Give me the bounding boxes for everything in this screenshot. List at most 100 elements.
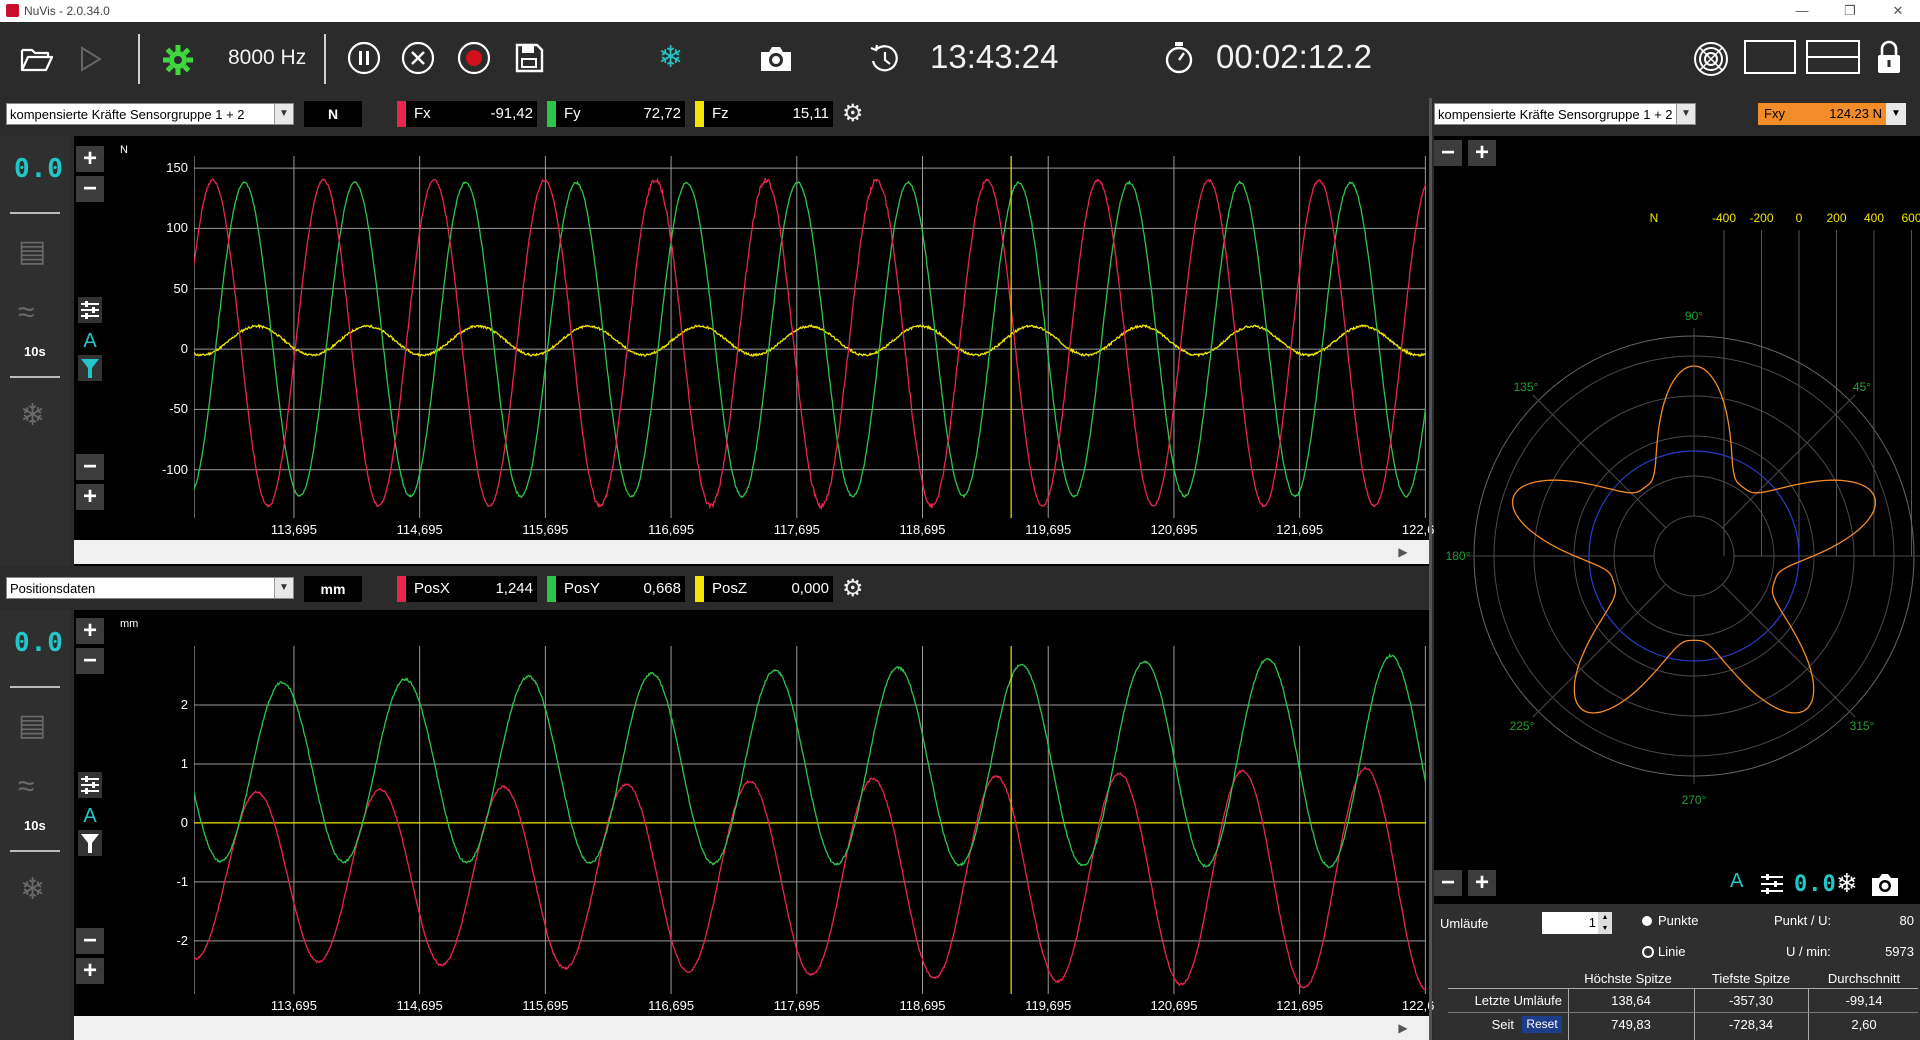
stepper-arrows-icon[interactable]: ▲ ▼ <box>1598 912 1612 934</box>
pan-up-button[interactable]: + <box>76 958 104 984</box>
time-window-icon[interactable]: ≈ <box>18 770 34 804</box>
channel-posy[interactable]: PosY 0,668 <box>547 576 685 602</box>
record-icon[interactable] <box>456 40 492 76</box>
polar-zoom-in-button[interactable]: + <box>1468 140 1496 166</box>
trigger-filter-icon[interactable] <box>78 830 102 856</box>
stop-icon[interactable] <box>400 40 436 76</box>
polar-plot-region: − + N -400 -200 0 200 400 600 90° 45° 135° 180° 225… <box>1434 136 1920 904</box>
channel-fx[interactable]: Fx -91,42 <box>397 101 537 127</box>
time-window-icon[interactable]: ≈ <box>18 296 34 330</box>
polar-channel-select[interactable]: Fxy 124.23 N ▼ <box>1758 103 1906 125</box>
polar-zoom-out-button[interactable]: − <box>1434 140 1462 166</box>
channel-fz[interactable]: Fz 15,11 <box>695 101 833 127</box>
chart-zoom-icon[interactable]: ▤ <box>18 708 46 743</box>
pan-down-button[interactable]: − <box>76 928 104 954</box>
target-mode-icon[interactable] <box>1692 40 1730 78</box>
freeze-snowflake-icon[interactable]: ❄ <box>658 40 683 75</box>
trigger-filter-icon[interactable] <box>78 355 102 381</box>
zoom-in-y-button[interactable]: + <box>76 146 104 172</box>
channel-posz[interactable]: PosZ 0,000 <box>695 576 833 602</box>
channel-value: 1,244 <box>495 580 533 597</box>
screenshot-camera-icon[interactable] <box>758 44 794 74</box>
autoscale-a-icon[interactable]: A <box>83 330 97 352</box>
position-chart[interactable] <box>194 646 1426 994</box>
chevron-down-icon[interactable]: ▼ <box>1676 104 1695 124</box>
pan-down-button[interactable]: − <box>76 454 104 480</box>
force-chart[interactable] <box>194 156 1426 518</box>
top-source-select[interactable]: kompensierte Kräfte Sensorgruppe 1 + 2 ▼ <box>6 103 294 125</box>
digital-display-toggle[interactable]: 0.0 <box>1794 872 1837 897</box>
split-view-layout-icon[interactable] <box>1806 40 1860 74</box>
window-title: NuVis - 2.0.34.0 <box>24 4 110 18</box>
filter-sliders-icon[interactable] <box>1758 870 1786 898</box>
polar-scale-label: 0 <box>1796 211 1803 225</box>
channel-fy[interactable]: Fy 72,72 <box>547 101 685 127</box>
open-folder-icon[interactable] <box>20 44 54 74</box>
zoom-out-y-button[interactable]: − <box>76 176 104 202</box>
bottom-source-select[interactable]: Positionsdaten ▼ <box>6 577 294 599</box>
scroll-right-icon[interactable]: ▶ <box>1392 540 1414 564</box>
umlaeufe-label: Umläufe <box>1440 916 1489 931</box>
freeze-snowflake-icon[interactable]: ❄ <box>20 872 45 907</box>
zoom-in-y-button[interactable]: + <box>76 618 104 644</box>
filter-sliders-icon[interactable] <box>78 297 102 323</box>
digital-display-toggle[interactable]: 0.0 <box>14 628 64 658</box>
umlaeufe-stepper[interactable]: 1 ▲ ▼ <box>1542 912 1612 934</box>
reset-button[interactable]: Reset <box>1522 1016 1562 1033</box>
polar-scale-label: 200 <box>1826 211 1846 225</box>
table-cell: 749,83 <box>1611 1017 1651 1032</box>
y-tick-label: -50 <box>169 401 188 417</box>
table-header: Tiefste Spitze <box>1711 971 1791 986</box>
history-clock-icon[interactable] <box>868 42 902 76</box>
save-icon[interactable] <box>514 42 544 74</box>
points-per-rev-value: 80 <box>1899 913 1914 928</box>
channel-value: 0,668 <box>643 580 681 597</box>
chevron-down-icon[interactable]: ▼ <box>274 104 293 124</box>
y-tick-label: 2 <box>180 696 188 712</box>
sampling-gear-icon[interactable] <box>162 44 194 76</box>
channel-name: Fx <box>414 105 431 122</box>
polar-scale-label: -200 <box>1749 211 1773 225</box>
line-label: Linie <box>1658 944 1686 959</box>
single-view-layout-icon[interactable] <box>1744 40 1796 74</box>
polar-angle-label: 315° <box>1850 719 1875 733</box>
polar-pan-up-button[interactable]: + <box>1468 870 1496 896</box>
chevron-down-icon[interactable]: ▼ <box>274 578 293 598</box>
line-radio[interactable] <box>1642 946 1654 958</box>
channel-posx[interactable]: PosX 1,244 <box>397 576 537 602</box>
close-window-button[interactable]: ✕ <box>1878 1 1918 21</box>
autoscale-a-icon[interactable]: A <box>1730 870 1743 893</box>
screenshot-camera-icon[interactable] <box>1870 872 1900 898</box>
chevron-down-icon[interactable]: ▼ <box>1886 103 1906 125</box>
freeze-snowflake-icon[interactable]: ❄ <box>1836 868 1858 899</box>
polar-chart[interactable]: N -400 -200 0 200 400 600 90° 45° 135° 180° 225° 270… <box>1434 170 1920 870</box>
bottom-plot-region: + − mm A − + 2 1 0 -1 -2 113,695 114,695 115,6… <box>74 610 1449 1040</box>
channel-name: PosX <box>414 580 450 597</box>
polar-source-select[interactable]: kompensierte Kräfte Sensorgruppe 1 + 2 ▼ <box>1434 103 1696 125</box>
top-channel-settings-gear-icon[interactable]: ⚙ <box>842 101 864 127</box>
bottom-horizontal-scrollbar[interactable]: ▶ <box>74 1016 1429 1040</box>
pan-up-button[interactable]: + <box>76 484 104 510</box>
row-label: Letzte Umläufe <box>1474 993 1562 1008</box>
minimize-button[interactable]: — <box>1782 1 1822 21</box>
freeze-snowflake-icon[interactable]: ❄ <box>20 398 45 433</box>
bottom-channel-settings-gear-icon[interactable]: ⚙ <box>842 576 864 602</box>
top-horizontal-scrollbar[interactable]: ▶ <box>74 540 1429 564</box>
restore-button[interactable]: ❐ <box>1830 1 1870 21</box>
filter-sliders-icon[interactable] <box>78 772 102 798</box>
polar-pan-down-button[interactable]: − <box>1434 870 1462 896</box>
x-tick-label: 120,695 <box>1150 522 1198 537</box>
x-tick-label: 118,695 <box>899 998 946 1013</box>
lock-icon[interactable] <box>1874 38 1904 76</box>
zoom-out-y-button[interactable]: − <box>76 648 104 674</box>
chart-zoom-icon[interactable]: ▤ <box>18 234 46 269</box>
x-tick-label: 117,695 <box>773 998 820 1013</box>
play-icon[interactable] <box>78 44 104 74</box>
panel-splitter[interactable] <box>1429 98 1432 1040</box>
y-tick-label: -2 <box>176 932 188 948</box>
points-radio[interactable] <box>1642 916 1652 926</box>
pause-icon[interactable] <box>346 40 382 76</box>
digital-display-toggle[interactable]: 0.0 <box>14 154 64 184</box>
autoscale-a-icon[interactable]: A <box>83 805 97 827</box>
scroll-right-icon[interactable]: ▶ <box>1392 1016 1414 1040</box>
